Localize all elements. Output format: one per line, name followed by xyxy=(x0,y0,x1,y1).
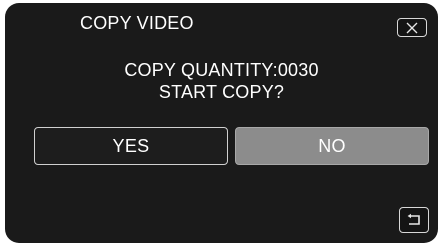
no-button[interactable]: NO xyxy=(235,127,429,165)
dialog-title: COPY VIDEO xyxy=(80,13,194,33)
copy-quantity-text: COPY QUANTITY:0030 xyxy=(124,60,319,80)
copy-video-dialog: COPY VIDEO COPY QUANTITY:0030 START COPY… xyxy=(5,3,438,243)
yes-button[interactable]: YES xyxy=(34,127,228,165)
close-icon xyxy=(406,22,418,33)
back-button[interactable] xyxy=(399,207,429,233)
return-arrow-icon xyxy=(407,213,420,225)
start-copy-prompt: START COPY? xyxy=(158,82,285,102)
confirmation-message: COPY QUANTITY:0030 START COPY? xyxy=(5,59,438,103)
close-button[interactable] xyxy=(397,18,427,37)
